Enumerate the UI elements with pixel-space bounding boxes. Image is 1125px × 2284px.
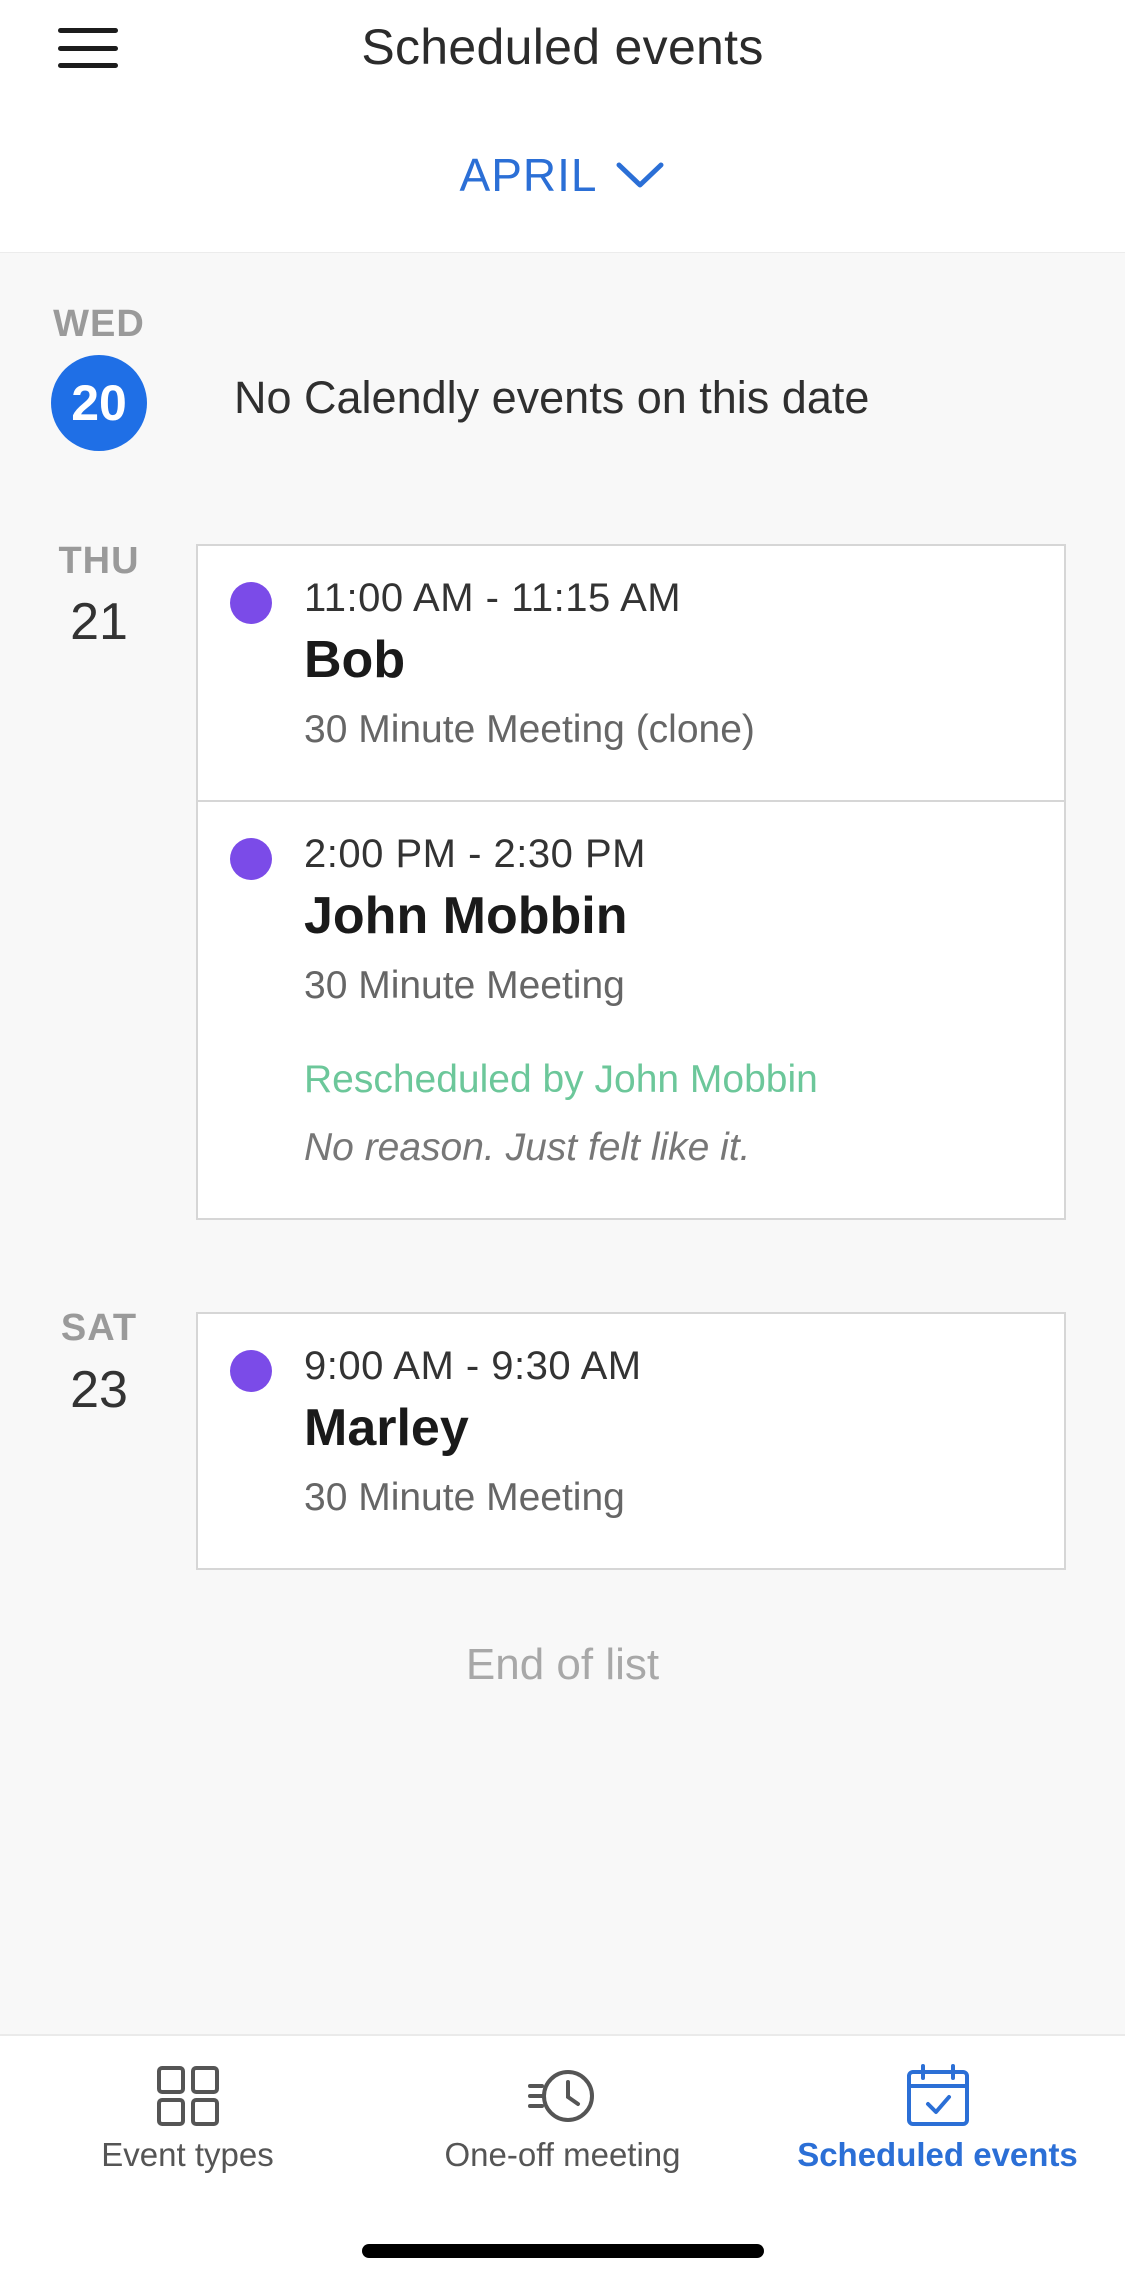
day-weekday: WED xyxy=(53,303,145,345)
event-color-dot xyxy=(230,1350,272,1392)
calendar-check-icon xyxy=(906,2064,969,2126)
event-invitee-name: Bob xyxy=(304,631,406,689)
tab-label: Event types xyxy=(101,2136,274,2173)
page-title: Scheduled events xyxy=(361,19,764,75)
event-type: 30 Minute Meeting xyxy=(304,964,625,1007)
header: Scheduled events APRIL xyxy=(0,0,1125,253)
month-label: APRIL xyxy=(459,149,598,201)
chevron-down-icon xyxy=(616,162,664,188)
event-card[interactable]: 9:00 AM - 9:30 AM Marley 30 Minute Meeti… xyxy=(196,1312,1066,1570)
day-date: 23 xyxy=(70,1361,128,1419)
end-of-list-text: End of list xyxy=(465,1640,660,1689)
event-time: 9:00 AM - 9:30 AM xyxy=(304,1344,642,1388)
home-indicator xyxy=(362,2244,764,2258)
day-weekday: THU xyxy=(58,540,140,582)
tab-label: Scheduled events xyxy=(797,2136,1078,2173)
event-color-dot xyxy=(230,838,272,880)
event-invitee-name: Marley xyxy=(304,1399,469,1457)
day-weekday: SAT xyxy=(60,1307,138,1349)
day-date: 21 xyxy=(70,593,128,651)
event-time: 11:00 AM - 11:15 AM xyxy=(304,576,682,620)
reschedule-reason: No reason. Just felt like it. xyxy=(304,1126,751,1169)
event-invitee-name: John Mobbin xyxy=(304,887,628,945)
tab-label: One-off meeting xyxy=(444,2136,681,2173)
month-picker[interactable]: APRIL xyxy=(0,148,1125,202)
event-type: 30 Minute Meeting xyxy=(304,1476,625,1519)
tab-one-off-meeting[interactable]: One-off meeting xyxy=(375,2036,750,2196)
event-type: 30 Minute Meeting (clone) xyxy=(304,708,755,751)
event-card[interactable]: 11:00 AM - 11:15 AM Bob 30 Minute Meetin… xyxy=(196,544,1066,802)
tab-event-types[interactable]: Event types xyxy=(0,2036,375,2196)
event-color-dot xyxy=(230,582,272,624)
today-date-badge: 20 xyxy=(51,355,147,451)
clock-icon xyxy=(527,2070,594,2122)
event-card[interactable]: 2:00 PM - 2:30 PM John Mobbin 30 Minute … xyxy=(196,800,1066,1220)
no-events-text: No Calendly events on this date xyxy=(234,372,870,423)
tab-scheduled-events[interactable]: Scheduled events xyxy=(750,2036,1125,2196)
rescheduled-note: Rescheduled by John Mobbin xyxy=(304,1058,818,1101)
grid-icon xyxy=(156,2066,219,2126)
event-time: 2:00 PM - 2:30 PM xyxy=(304,832,646,876)
